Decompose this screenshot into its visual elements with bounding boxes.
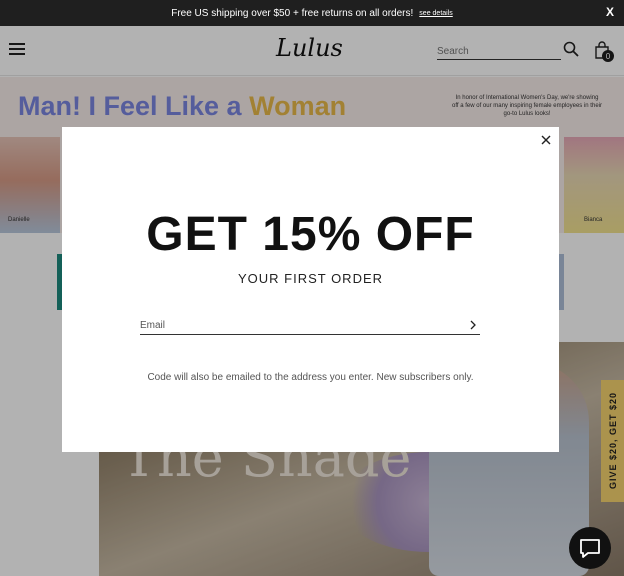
modal-disclaimer: Code will also be emailed to the address… bbox=[147, 372, 474, 383]
modal-subtitle: YOUR FIRST ORDER bbox=[237, 271, 384, 286]
close-icon[interactable] bbox=[539, 133, 553, 147]
announcement-text: Free US shipping over $50 + free returns… bbox=[171, 7, 414, 19]
chevron-right-icon[interactable] bbox=[468, 319, 478, 331]
discount-modal: GET 15% OFF YOUR FIRST ORDER Code will a… bbox=[62, 127, 559, 452]
email-field bbox=[140, 315, 480, 335]
email-input[interactable] bbox=[140, 316, 460, 334]
announcement-bar: Free US shipping over $50 + free returns… bbox=[0, 0, 624, 26]
modal-title: GET 15% OFF bbox=[146, 208, 475, 261]
announcement-close-button[interactable]: X bbox=[606, 5, 614, 19]
chat-icon bbox=[580, 539, 600, 558]
see-details-link[interactable]: see details bbox=[419, 10, 452, 17]
chat-button[interactable] bbox=[569, 527, 611, 569]
